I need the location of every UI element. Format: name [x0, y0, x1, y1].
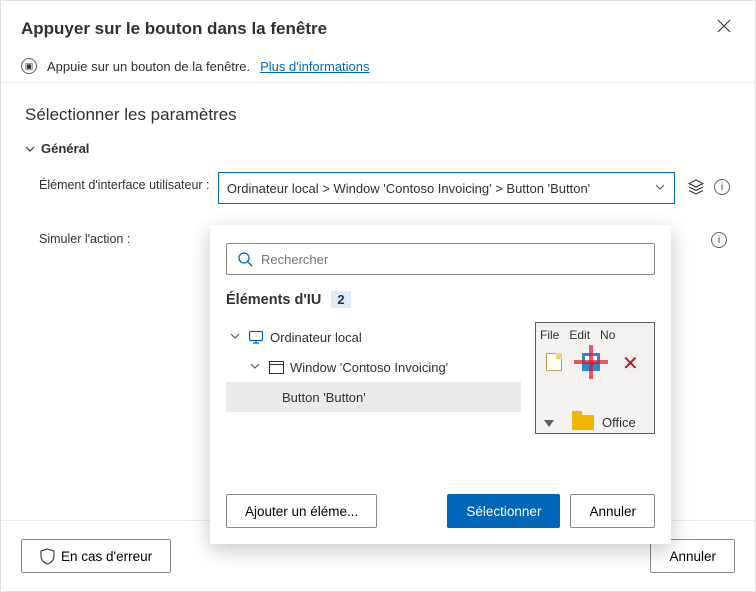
preview-delete-icon: ✕ [622, 351, 639, 376]
ui-element-side-icons: i [679, 172, 731, 196]
dialog-root: Appuyer sur le bouton dans la fenêtre ▣ … [0, 0, 756, 592]
more-info-link[interactable]: Plus d'informations [260, 59, 369, 74]
info-bar: ▣ Appuie sur un bouton de la fenêtre. Pl… [1, 50, 755, 82]
preview-menu-edit: Edit [569, 328, 590, 342]
tree-preview-area: Ordinateur local Window 'Contoso Invoici… [226, 322, 655, 434]
preview-office-label: Office [602, 415, 636, 430]
info-bar-text: Appuie sur un bouton de la fenêtre. [47, 59, 250, 74]
shield-icon [40, 548, 55, 565]
preview-menu-file: File [540, 328, 559, 342]
preview-dropdown-icon [544, 420, 554, 427]
preview-menu-no: No [600, 328, 615, 342]
dialog-cancel-button[interactable]: Annuler [650, 539, 735, 573]
general-label: Général [41, 141, 89, 156]
popover-cancel-button[interactable]: Annuler [570, 494, 655, 528]
dialog-cancel-label: Annuler [669, 549, 716, 564]
chevron-down-icon [230, 331, 242, 344]
section-title: Sélectionner les paramètres [1, 83, 755, 135]
chevron-down-icon [654, 181, 666, 196]
preview-save-icon [582, 353, 600, 371]
on-error-button[interactable]: En cas d'erreur [21, 539, 171, 573]
general-toggle[interactable]: Général [25, 141, 731, 156]
chevron-down-icon [250, 361, 262, 374]
layers-icon [687, 178, 705, 196]
on-error-label: En cas d'erreur [61, 549, 152, 564]
window-icon [268, 359, 284, 375]
info-button[interactable]: i [711, 232, 727, 248]
info-button[interactable]: i [713, 178, 731, 196]
tree-item-computer[interactable]: Ordinateur local [226, 322, 521, 352]
ui-element-label: Élément d'interface utilisateur : [39, 172, 214, 192]
simulate-label: Simuler l'action : [39, 226, 215, 246]
search-box[interactable] [226, 243, 655, 275]
search-icon [237, 251, 253, 267]
ui-elements-count: 2 [331, 291, 350, 308]
dialog-title: Appuyer sur le bouton dans la fenêtre [21, 19, 327, 39]
close-icon [717, 19, 731, 33]
preview-newfile-icon [546, 353, 562, 371]
tree-item-window[interactable]: Window 'Contoso Invoicing' [226, 352, 521, 382]
close-button[interactable] [713, 15, 735, 42]
ui-element-selected-value: Ordinateur local > Window 'Contoso Invoi… [227, 181, 590, 196]
select-label: Sélectionner [466, 504, 541, 519]
tree-item-label: Button 'Button' [282, 390, 366, 405]
ui-element-popover: Éléments d'IU 2 Ordinateur local [210, 225, 671, 544]
info-bar-icon: ▣ [21, 58, 37, 74]
info-icon: i [714, 179, 730, 195]
dialog-header: Appuyer sur le bouton dans la fenêtre [1, 1, 755, 50]
search-input[interactable] [261, 252, 644, 267]
select-button[interactable]: Sélectionner [447, 494, 560, 528]
ui-element-row: Élément d'interface utilisateur : Ordina… [39, 172, 731, 204]
tree-item-button[interactable]: Button 'Button' [226, 382, 521, 412]
layers-button[interactable] [687, 178, 705, 196]
info-icon: i [711, 232, 727, 248]
tree-item-label: Ordinateur local [270, 330, 362, 345]
add-element-button[interactable]: Ajouter un éléme... [226, 494, 377, 528]
monitor-icon [248, 329, 264, 345]
ui-element-select[interactable]: Ordinateur local > Window 'Contoso Invoi… [218, 172, 675, 204]
element-preview: File Edit No ✕ Office [535, 322, 655, 434]
preview-folder-icon [572, 415, 594, 430]
add-element-label: Ajouter un éléme... [245, 504, 358, 519]
tree-item-label: Window 'Contoso Invoicing' [290, 360, 448, 375]
ui-elements-heading: Éléments d'IU 2 [226, 291, 655, 308]
ui-elements-label: Éléments d'IU [226, 292, 321, 308]
chevron-down-icon [25, 144, 35, 154]
popover-footer: Ajouter un éléme... Sélectionner Annuler [226, 494, 655, 528]
popover-cancel-label: Annuler [589, 504, 636, 519]
ui-element-tree: Ordinateur local Window 'Contoso Invoici… [226, 322, 521, 434]
preview-menu: File Edit No [540, 328, 615, 342]
